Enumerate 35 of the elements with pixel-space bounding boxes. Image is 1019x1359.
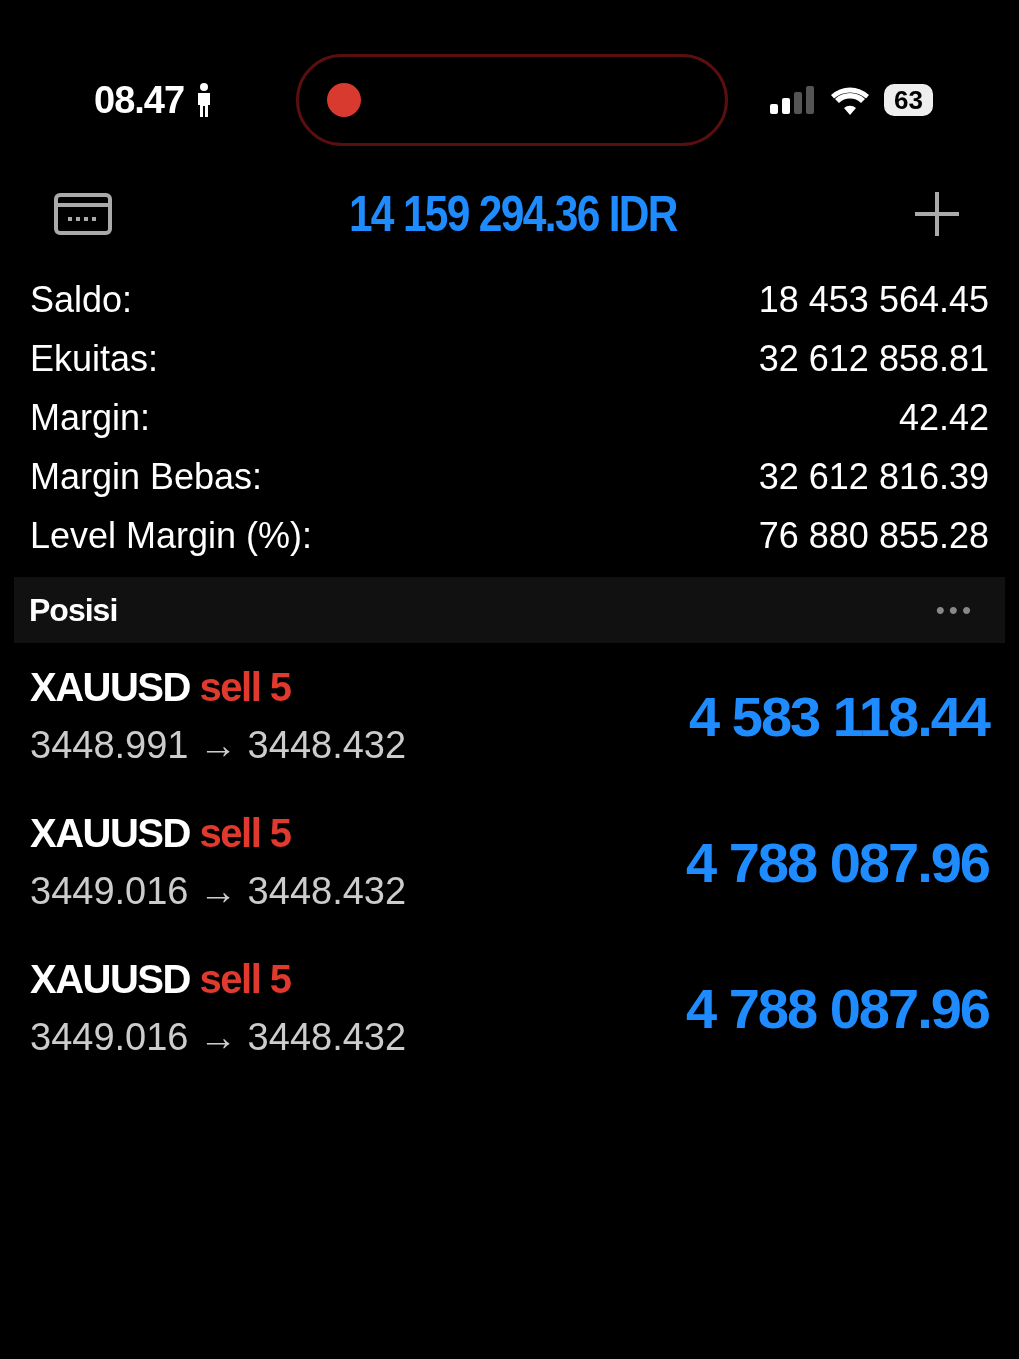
status-time: 08.47 [94,78,185,122]
position-side: sell 5 [199,811,291,855]
wifi-icon [830,85,871,115]
more-button[interactable]: ••• [935,594,975,626]
summary-value: 32 612 858.81 [758,337,989,380]
position-symbol: XAUUSD [30,957,190,1001]
signal-icon [770,86,817,114]
summary-label: Margin: [30,396,151,439]
position-prices: 3449.016 → 3448.432 [30,870,407,913]
card-icon[interactable] [54,193,112,235]
summary-label: Ekuitas: [30,337,159,380]
plus-icon[interactable] [913,190,961,238]
position-side: sell 5 [199,665,291,709]
battery-icon: 63 [884,84,933,116]
position-profit: 4 788 087.96 [686,975,989,1041]
summary-label: Saldo: [30,278,133,321]
section-title: Posisi [29,591,118,629]
person-icon [196,83,213,117]
summary-value: 76 880 855.28 [758,514,989,557]
summary-value: 42.42 [898,396,989,439]
position-side: sell 5 [199,957,291,1001]
position-row[interactable]: XAUUSD sell 5 3449.016 → 3448.432 4 788 087.96 [0,935,1019,1081]
position-profit: 4 788 087.96 [686,829,989,895]
summary-value: 32 612 816.39 [758,455,989,498]
account-balance: 14 159 294.36 IDR [348,185,677,243]
position-profit: 4 583 118.44 [689,683,989,749]
position-prices: 3449.016 → 3448.432 [30,1016,407,1059]
position-symbol: XAUUSD [30,665,190,709]
summary-label: Margin Bebas: [30,455,263,498]
position-prices: 3448.991 → 3448.432 [30,724,407,767]
summary-label: Level Margin (%): [30,514,313,557]
summary-value: 18 453 564.45 [758,278,989,321]
position-symbol: XAUUSD [30,811,190,855]
position-row[interactable]: XAUUSD sell 5 3448.991 → 3448.432 4 583 118.44 [0,643,1019,789]
position-row[interactable]: XAUUSD sell 5 3449.016 → 3448.432 4 788 087.96 [0,789,1019,935]
